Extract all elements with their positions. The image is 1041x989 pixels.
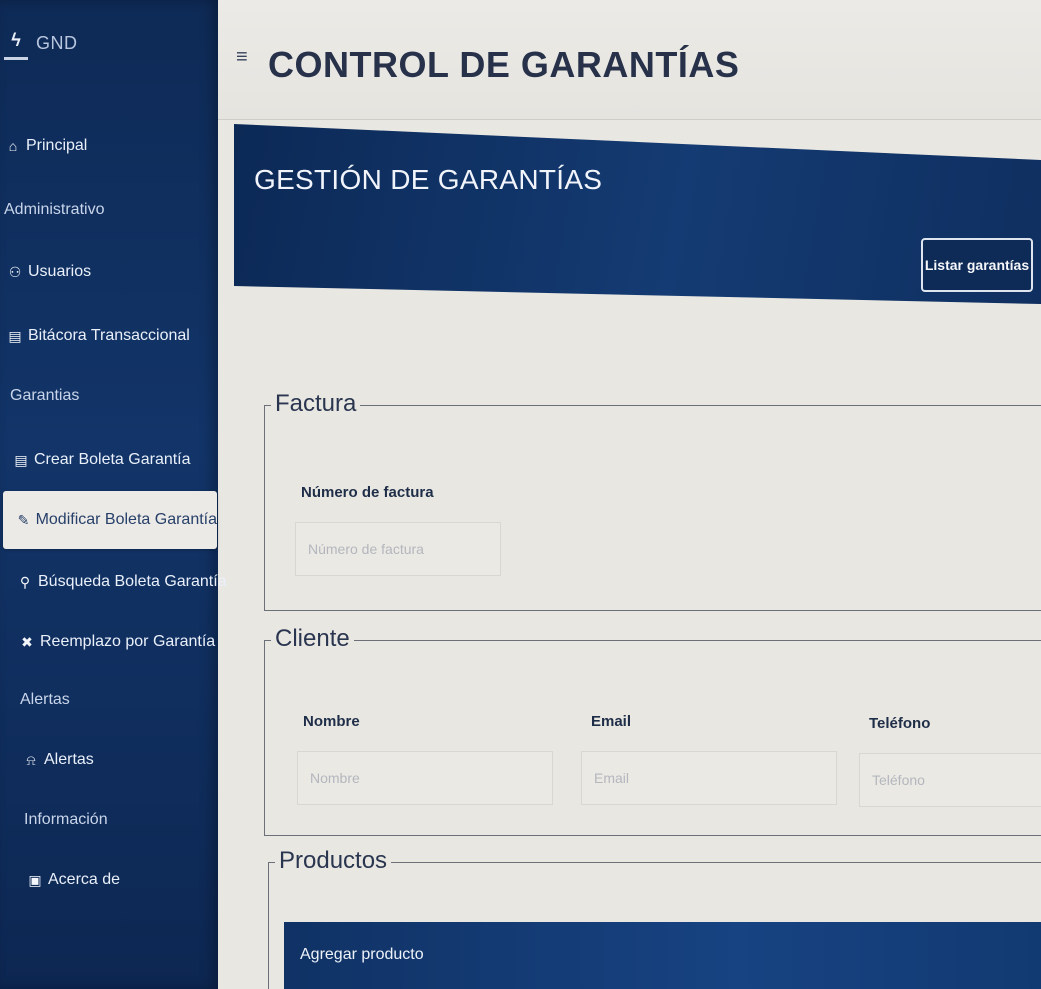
section-label: Garantias <box>10 387 80 404</box>
sidebar-item-principal[interactable]: ⌂ Principal <box>4 126 222 166</box>
info-icon: ▣ <box>28 871 42 888</box>
file-icon: ▤ <box>14 451 28 468</box>
sidebar-item-label: Alertas <box>44 751 94 768</box>
email-label: Email <box>591 713 632 730</box>
factura-legend: Factura <box>271 390 361 418</box>
sidebar-item-busqueda-boleta[interactable]: ⚲ Búsqueda Boleta Garantía <box>16 562 234 602</box>
cliente-fieldset: Cliente Nombre Email Teléfono <box>264 625 1041 836</box>
factura-fieldset: Factura Número de factura <box>264 390 1041 611</box>
invoice-number-label: Número de factura <box>301 484 434 501</box>
section-label: Alertas <box>20 691 70 708</box>
section-title: GESTIÓN DE GARANTÍAS <box>254 164 603 195</box>
sidebar-item-label: Reemplazo por Garantía <box>40 633 216 650</box>
phone-label: Teléfono <box>869 715 931 732</box>
invoice-number-input[interactable] <box>295 522 501 576</box>
sidebar-item-modificar-boleta[interactable]: ✎ Modificar Boleta Garantía <box>3 491 217 549</box>
section-banner: GESTIÓN DE GARANTÍAS <box>234 124 1041 304</box>
top-bar: ≡ CONTROL DE GARANTÍAS <box>218 0 1041 120</box>
sidebar-item-label: Búsqueda Boleta Garantía <box>38 573 227 590</box>
search-icon: ⚲ <box>19 573 31 590</box>
logo-icon: ϟ <box>4 26 28 60</box>
sidebar-item-label: Crear Boleta Garantía <box>34 451 191 468</box>
sidebar-item-label: Principal <box>26 137 88 154</box>
phone-input[interactable] <box>859 753 1041 807</box>
sidebar-item-usuarios[interactable]: ⚇ Usuarios <box>6 252 224 292</box>
cliente-legend: Cliente <box>271 625 354 653</box>
home-icon: ⌂ <box>8 138 18 154</box>
sidebar-item-label: Usuarios <box>28 263 92 280</box>
list-guarantees-button[interactable]: Listar garantías <box>921 238 1033 292</box>
name-input[interactable] <box>297 751 553 805</box>
sidebar-item-alertas[interactable]: ⍾ Alertas <box>22 740 240 780</box>
sidebar-item-acerca-de[interactable]: ▣ Acerca de <box>26 860 244 900</box>
sidebar-item-bitacora[interactable]: ▤ Bitácora Transaccional <box>6 316 224 356</box>
sidebar-section-alertas: Alertas <box>20 680 238 720</box>
menu-icon[interactable]: ≡ <box>236 46 248 69</box>
tools-icon: ✖ <box>21 633 33 650</box>
section-label: Información <box>24 811 108 828</box>
sidebar-item-crear-boleta[interactable]: ▤ Crear Boleta Garantía <box>12 440 230 480</box>
sidebar: ϟ GND ⌂ Principal Administrativo ⚇ Usuar… <box>0 0 227 989</box>
sidebar-section-informacion: Información <box>24 800 242 840</box>
bell-icon: ⍾ <box>26 751 36 768</box>
name-label: Nombre <box>303 713 360 730</box>
sidebar-item-reemplazo[interactable]: ✖ Reemplazo por Garantía <box>18 622 236 662</box>
sidebar-item-label: Bitácora Transaccional <box>28 327 190 344</box>
page-title: CONTROL DE GARANTÍAS <box>268 44 740 85</box>
email-input[interactable] <box>581 751 837 805</box>
productos-legend: Productos <box>275 847 392 875</box>
section-label: Administrativo <box>4 201 105 218</box>
book-icon: ▤ <box>8 327 22 344</box>
sidebar-item-label: Modificar Boleta Garantía <box>35 511 217 528</box>
edit-icon: ✎ <box>17 511 30 528</box>
add-product-button[interactable]: Agregar producto <box>284 922 1041 989</box>
sidebar-item-label: Acerca de <box>48 871 121 888</box>
brand-name: GND <box>36 32 78 53</box>
sidebar-section-administrativo: Administrativo <box>4 190 222 230</box>
brand[interactable]: ϟ GND <box>4 26 78 60</box>
sidebar-section-garantias: Garantias <box>10 376 228 416</box>
users-icon: ⚇ <box>8 263 22 280</box>
